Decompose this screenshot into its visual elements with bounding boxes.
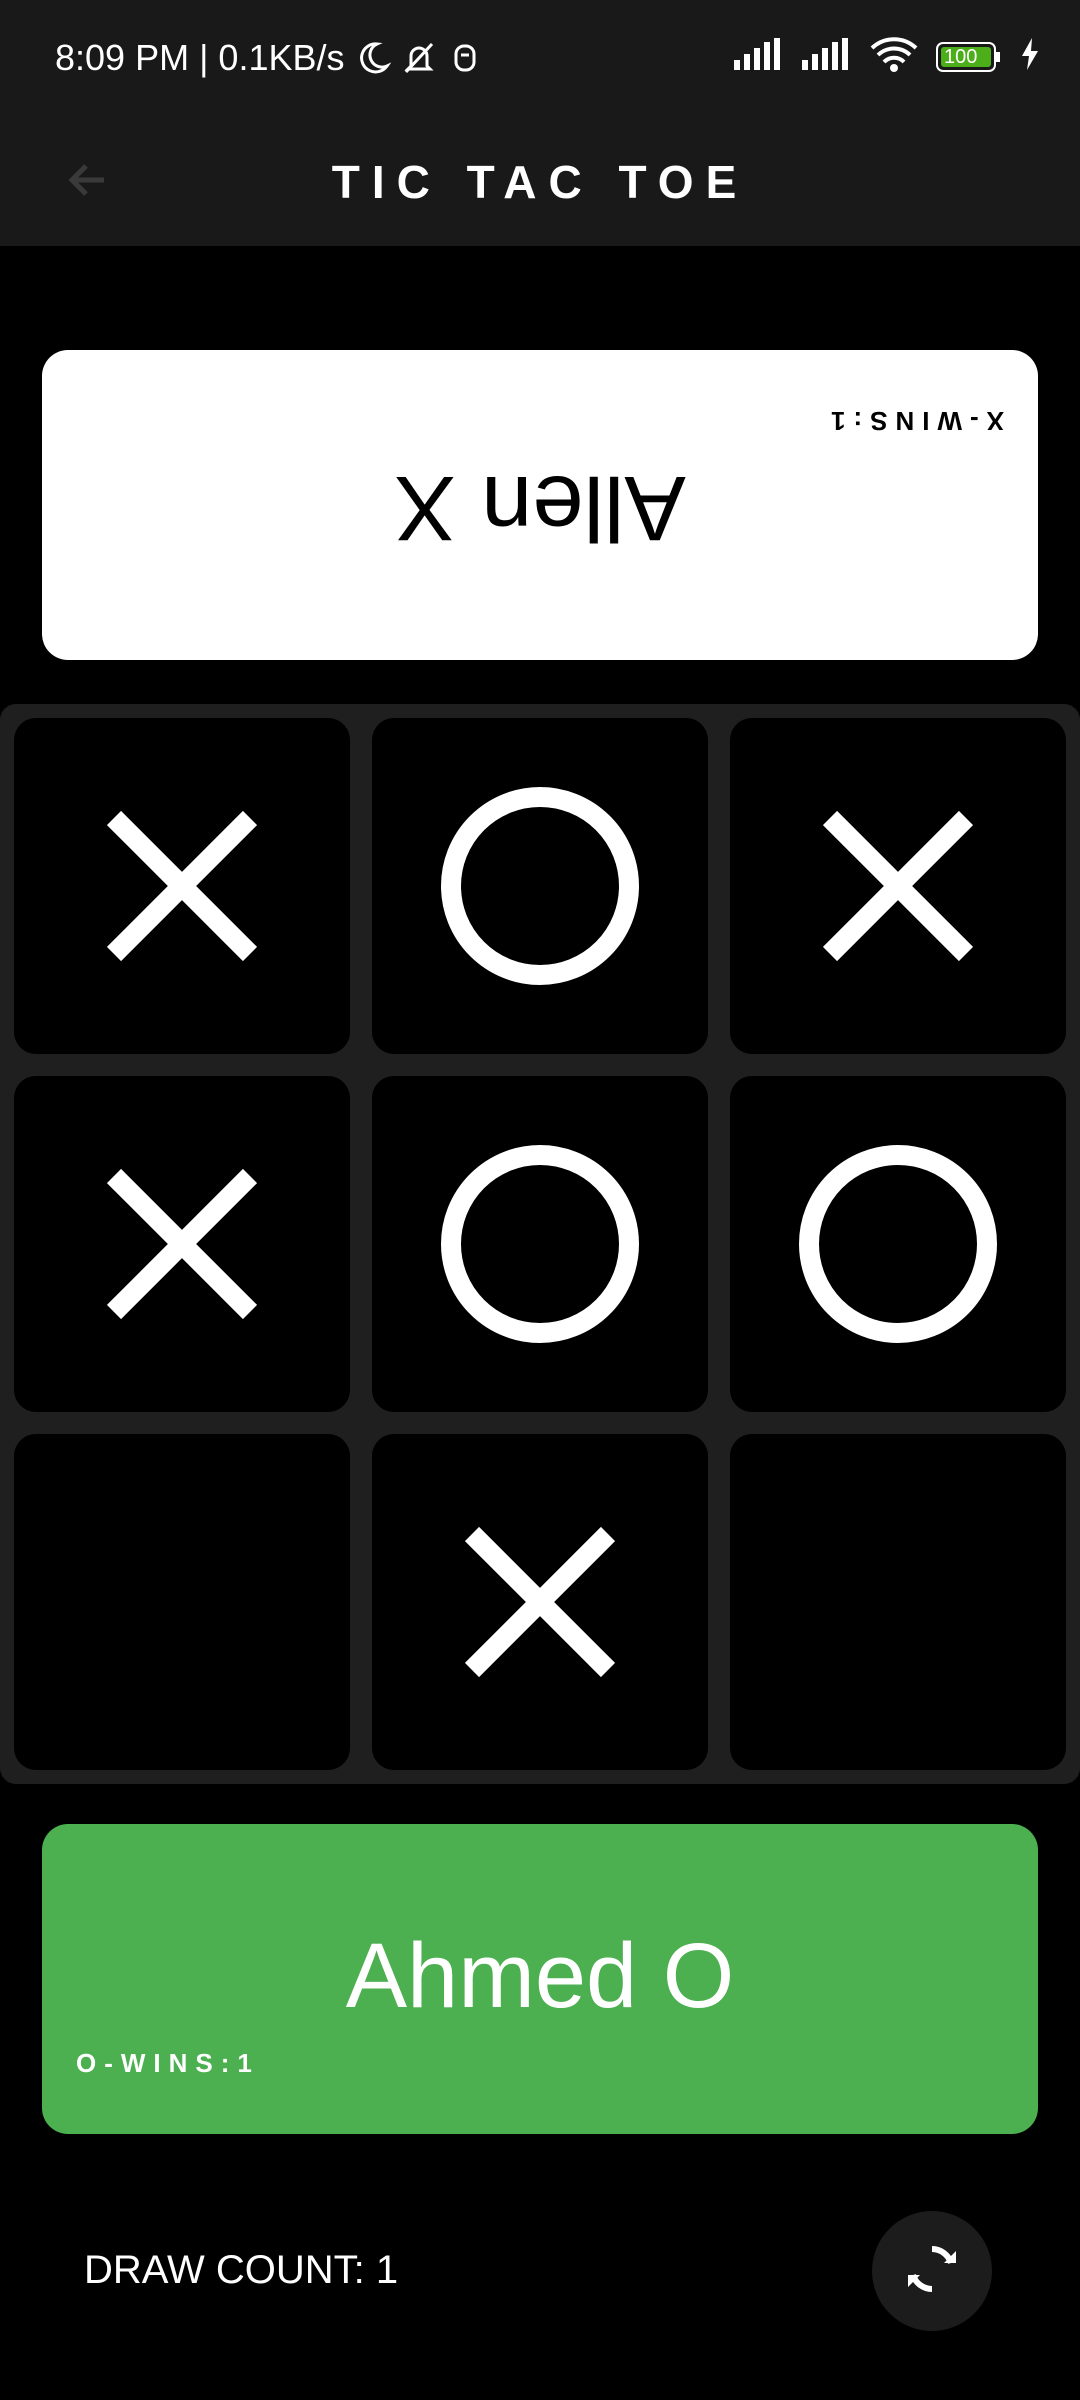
board-cell[interactable] (14, 1434, 350, 1770)
board-cell[interactable] (14, 1076, 350, 1412)
o-mark (441, 787, 639, 985)
charging-icon (1020, 38, 1040, 75)
board-cell[interactable] (372, 1434, 708, 1770)
player-o-card: Ahmed O O-WINS:1 (42, 1824, 1038, 2134)
game-board (0, 704, 1080, 1784)
x-mark (822, 810, 974, 962)
moon-icon (355, 40, 391, 76)
o-mark (441, 1145, 639, 1343)
board-cell[interactable] (730, 1076, 1066, 1412)
battery-icon: 100 (936, 41, 1002, 73)
board-cell[interactable] (730, 718, 1066, 1054)
player-x-name: Allen X (394, 457, 686, 559)
player-x-wins: X-WINS:1 (823, 406, 1004, 436)
player-o-name: Ahmed O (345, 1925, 735, 2027)
status-left: 8:09 PM | 0.1KB/s (55, 34, 483, 82)
player-o-wins: O-WINS:1 (76, 2048, 260, 2078)
assistant-icon (447, 40, 483, 76)
x-mark (106, 1168, 258, 1320)
board-cell[interactable] (372, 1076, 708, 1412)
signal-icon (734, 38, 784, 75)
status-bar: 8:09 PM | 0.1KB/s 100 (0, 0, 1080, 118)
status-right: 100 (734, 36, 1040, 77)
reset-button[interactable] (872, 2211, 992, 2331)
bell-off-icon (401, 40, 437, 76)
x-mark (106, 810, 258, 962)
o-mark (799, 1145, 997, 1343)
status-time-network: 8:09 PM | 0.1KB/s (55, 37, 345, 78)
board-cell[interactable] (14, 718, 350, 1054)
player-x-card: Allen X X-WINS:1 (42, 350, 1038, 660)
x-mark (464, 1526, 616, 1678)
board-cell[interactable] (372, 718, 708, 1054)
signal-icon-2 (802, 38, 852, 75)
app-title: TIC TAC TOE (331, 156, 749, 208)
board-cell[interactable] (730, 1434, 1066, 1770)
app-bar: TIC TAC TOE (0, 118, 1080, 246)
wifi-icon (870, 36, 918, 77)
battery-level: 100 (944, 45, 978, 68)
refresh-icon (902, 2239, 962, 2304)
draw-count: DRAW COUNT: 1 (84, 2248, 399, 2292)
